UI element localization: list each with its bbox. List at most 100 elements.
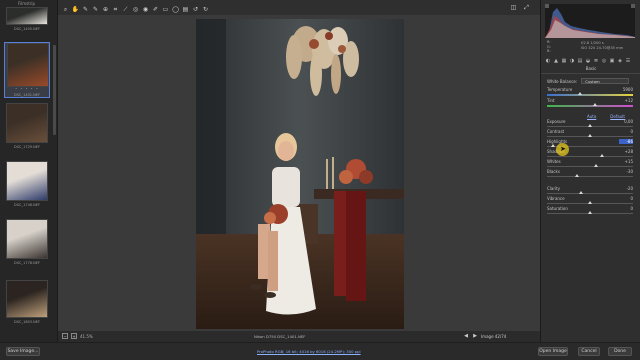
- slider-handle[interactable]: [577, 92, 582, 95]
- rating-stars[interactable]: • • • • •: [5, 87, 49, 91]
- slider-handle[interactable]: [593, 103, 598, 106]
- lens-corrections-tab-icon[interactable]: ◒: [585, 58, 591, 65]
- preview-photo[interactable]: [196, 19, 404, 329]
- slider-handle[interactable]: [551, 144, 556, 147]
- image-navigator: ◀ ▶ Image 42/74: [463, 333, 506, 339]
- filmstrip-thumb[interactable]: DSC_1405.NEF: [4, 7, 50, 31]
- slider-track[interactable]: [547, 193, 633, 194]
- previous-image-button[interactable]: ◀: [463, 333, 469, 339]
- straighten-icon[interactable]: ⟋: [121, 5, 130, 14]
- red-eye-icon[interactable]: ◉: [141, 5, 150, 14]
- thumb-filename: DSC_1746.NEF: [14, 203, 40, 207]
- filmstrip-scrollbar[interactable]: [53, 45, 56, 135]
- fullscreen-icon[interactable]: ⤢: [522, 3, 531, 12]
- slider-value-field[interactable]: 0: [619, 129, 633, 134]
- presets-tab-icon[interactable]: ▣: [609, 58, 615, 65]
- slider-value-field[interactable]: +28: [619, 149, 633, 154]
- slider-track[interactable]: [547, 166, 633, 167]
- menu-icon[interactable]: ☰: [625, 58, 631, 65]
- next-image-button[interactable]: ▶: [472, 333, 478, 339]
- effects-tab-icon[interactable]: ≣: [593, 58, 599, 65]
- adjustment-brush-icon[interactable]: ✐: [151, 5, 160, 14]
- slider-track[interactable]: [547, 176, 633, 177]
- radial-filter-icon[interactable]: ◯: [171, 5, 180, 14]
- crop-icon[interactable]: ⌗: [111, 5, 120, 14]
- slider-handle[interactable]: [600, 154, 605, 157]
- slider-value-field[interactable]: 5900: [619, 87, 633, 92]
- slider-value-field[interactable]: -30: [619, 169, 633, 174]
- zoom-in-button[interactable]: +: [71, 333, 77, 339]
- zoom-out-button[interactable]: −: [62, 333, 68, 339]
- saturation-slider[interactable]: Saturation 0: [547, 206, 635, 217]
- thumb-filename: DSC_1778.NEF: [14, 261, 40, 265]
- rotate-right-icon[interactable]: ↻: [201, 5, 210, 14]
- tool-bar: ⌕ ✋ ✎ ✎ ⊕ ⌗ ⟋ ◎ ◉ ✐ ▭ ◯ ▤ ↺ ↻: [58, 3, 538, 15]
- spot-removal-icon[interactable]: ◎: [131, 5, 140, 14]
- slider-handle[interactable]: [588, 201, 592, 204]
- slider-track[interactable]: [547, 156, 633, 157]
- zoom-icon[interactable]: ⌕: [61, 5, 70, 14]
- thumb-filename: DSC_1803.NEF: [14, 320, 40, 324]
- filmstrip-thumb[interactable]: DSC_1746.NEF: [4, 161, 50, 207]
- thumb-filename: DSC_1401.NEF: [14, 93, 40, 97]
- file-label: Nikon D750 DSC_1401.NEF: [254, 334, 306, 339]
- slider-label: Tint: [547, 98, 555, 103]
- filmstrip-thumb[interactable]: • • • • • DSC_1401.NEF: [4, 42, 50, 98]
- slider-handle[interactable]: [575, 174, 580, 177]
- target-adjust-icon[interactable]: ⊕: [101, 5, 110, 14]
- hsl-tab-icon[interactable]: ◑: [569, 58, 575, 65]
- preferences-icon[interactable]: ▤: [181, 5, 190, 14]
- done-button[interactable]: Done: [608, 347, 632, 356]
- basic-tab-icon[interactable]: ◐: [545, 58, 551, 65]
- slider-handle[interactable]: [588, 211, 592, 214]
- cancel-button[interactable]: Cancel: [578, 347, 600, 356]
- tint-slider[interactable]: Tint +12: [547, 98, 635, 109]
- slider-value-field[interactable]: 0,00: [619, 119, 633, 124]
- slider-value-field[interactable]: +12: [619, 98, 633, 103]
- slider-handle[interactable]: [588, 134, 592, 137]
- hand-icon[interactable]: ✋: [71, 5, 80, 14]
- slider-handle[interactable]: [588, 124, 592, 127]
- camera-info: f/2.8 1/200 s ISO 320 24-70@35 mm: [581, 41, 623, 51]
- thumb-image: [6, 103, 48, 143]
- rotate-left-icon[interactable]: ↺: [191, 5, 200, 14]
- open-image-button[interactable]: Open Image: [538, 347, 568, 356]
- slider-track[interactable]: [547, 94, 633, 96]
- detail-tab-icon[interactable]: ▦: [561, 58, 567, 65]
- slider-label: Exposure: [547, 119, 566, 124]
- zoom-level[interactable]: 41.5%: [80, 334, 93, 339]
- temperature-slider[interactable]: Temperature 5900: [547, 87, 635, 98]
- slider-value-field[interactable]: +15: [619, 159, 633, 164]
- slider-value-field[interactable]: 0: [619, 196, 633, 201]
- blacks-slider[interactable]: Blacks -30: [547, 169, 635, 180]
- thumb-image: [6, 7, 48, 25]
- white-balance-select[interactable]: Custom: [581, 78, 630, 84]
- filmstrip-thumb[interactable]: DSC_1778.NEF: [4, 219, 50, 265]
- split-toning-tab-icon[interactable]: ▤: [577, 58, 583, 65]
- slider-value-field[interactable]: 0: [619, 206, 633, 211]
- slider-value-field[interactable]: -20: [619, 186, 633, 191]
- slider-label: Clarity: [547, 186, 561, 191]
- slider-label: Saturation: [547, 206, 568, 211]
- slider-label: Contrast: [547, 129, 565, 134]
- slider-track[interactable]: [547, 105, 633, 107]
- snapshots-tab-icon[interactable]: ◈: [617, 58, 623, 65]
- tone-curve-tab-icon[interactable]: ▲: [553, 58, 559, 65]
- color-sampler-icon[interactable]: ✎: [91, 5, 100, 14]
- slider-handle[interactable]: [579, 191, 584, 194]
- toggle-filmstrip-icon[interactable]: ◫: [509, 3, 518, 12]
- filmstrip-thumb[interactable]: DSC_1803.NEF: [4, 280, 50, 324]
- graduated-filter-icon[interactable]: ▭: [161, 5, 170, 14]
- filmstrip-thumb[interactable]: DSC_1729.NEF: [4, 103, 50, 149]
- slider-value-field[interactable]: -86: [619, 139, 633, 144]
- white-balance-icon[interactable]: ✎: [81, 5, 90, 14]
- save-image-button[interactable]: Save Image...: [6, 347, 40, 356]
- view-controls: ◫ ⤢: [509, 3, 531, 12]
- slider-handle[interactable]: [594, 164, 599, 167]
- section-title: Basic: [541, 66, 640, 74]
- thumb-image: [6, 161, 48, 201]
- white-balance-row: White Balance: Custom: [547, 78, 635, 84]
- workflow-options-link[interactable]: ProPhoto RGB; 16 bit; 4016 by 6016 (24.2…: [257, 349, 361, 354]
- image-canvas[interactable]: [58, 15, 540, 331]
- camera-calibration-tab-icon[interactable]: ◎: [601, 58, 607, 65]
